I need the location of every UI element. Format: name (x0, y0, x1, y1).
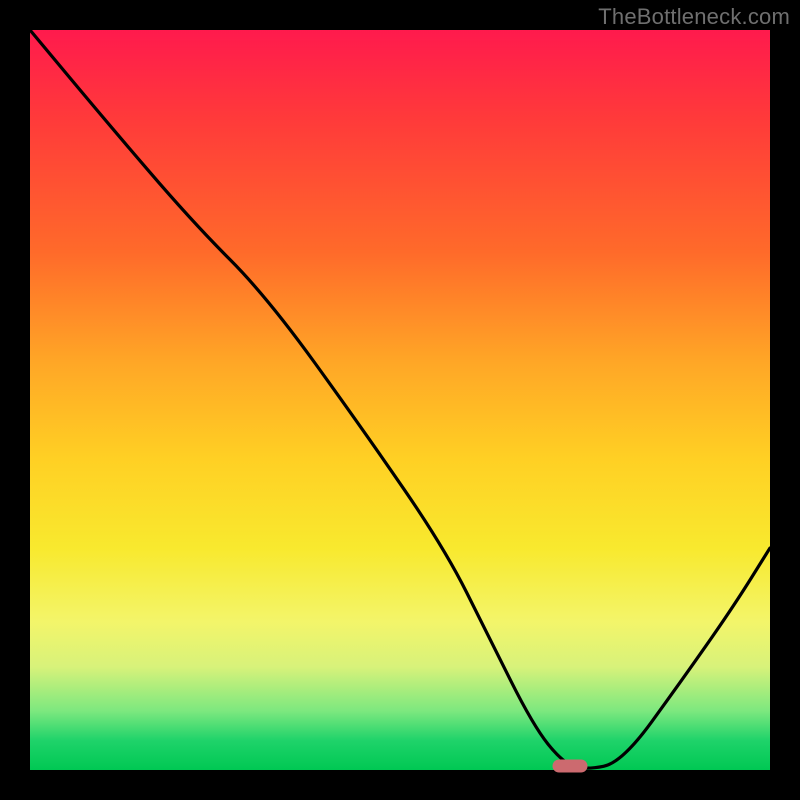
plot-area (30, 30, 770, 770)
bottleneck-curve (30, 30, 770, 770)
optimal-marker (553, 760, 588, 773)
chart-frame: TheBottleneck.com (0, 0, 800, 800)
watermark-text: TheBottleneck.com (598, 4, 790, 30)
